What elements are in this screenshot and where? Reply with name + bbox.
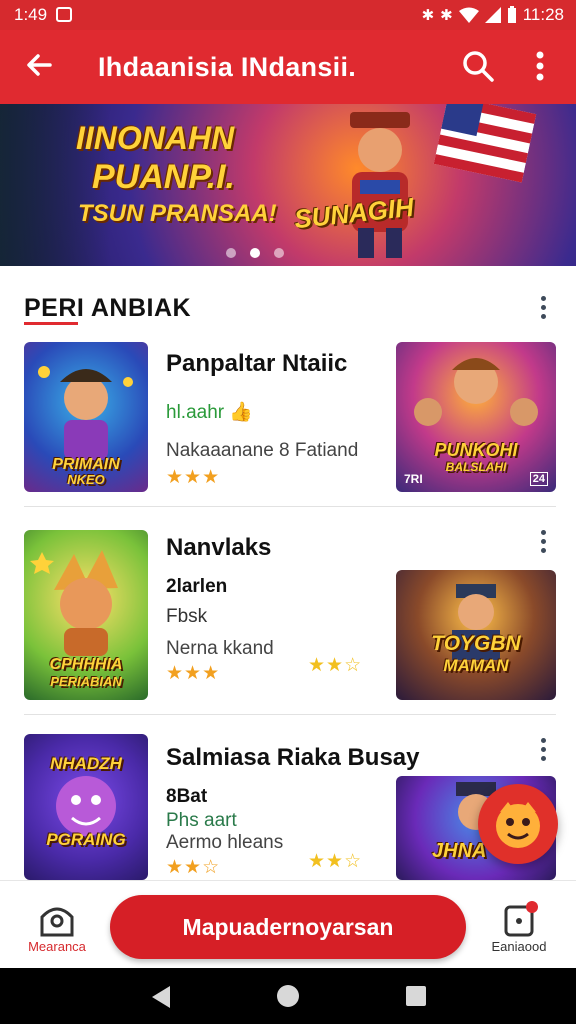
app-title: Ihdaanisia INdansii. [98,52,357,82]
system-navigation-bar [0,968,576,1024]
game-thumbnail[interactable]: CPHHHIA PERIABIAN [24,530,148,700]
system-back-icon[interactable] [148,984,174,1010]
battery-icon [507,6,516,23]
banner-flag-illustration [433,104,537,183]
thumbnail-subtitle: NKEO [67,472,105,487]
side-image-title: TOYGBN [431,632,521,655]
item-name: Salmiasa Riaka Busay [166,744,420,771]
item-name: Nanvlaks [166,534,272,561]
item-subtitle-2: Fbsk [166,606,208,627]
account-icon [504,901,538,937]
thumbnail-title: CPHHHIA [49,656,123,673]
item-subtitle-2: Phs aart [166,810,237,831]
more-options-icon[interactable] [525,48,555,84]
row-divider [24,714,556,715]
section-underline [24,322,78,325]
side-image-subtitle: MAMAN [443,656,509,675]
status-time: 1:49 [14,5,48,24]
banner-hero-illustration [350,112,410,258]
item-extra-rating: ★★☆ [308,851,363,872]
item-extra-rating: ★★☆ [308,655,363,676]
notification-icon [56,7,72,22]
section-title: PERI ANBIAK [24,294,192,322]
item-more-icon[interactable] [535,736,551,764]
item-rating: ★★★ [166,663,221,684]
promo-banner[interactable]: IINONAHN PUANP.I. TSUN PRANSAA! SUNAGIH [0,104,576,266]
thumbnail-title: NHADZH [50,754,122,773]
item-name: Panpaltar Ntaiic [166,350,348,377]
banner-headline-1: IINONAHN [76,120,235,156]
bluetooth-icon: ✱ [421,7,435,24]
primary-cta-button[interactable]: Mapuadernoyarsan [110,895,466,959]
item-side-image[interactable]: PUNKOHI BALSLAHI 7RI 24 [396,342,556,492]
item-subtitle: 2larlen [166,576,228,597]
game-thumbnail[interactable]: NHADZH PGRAING [24,734,148,880]
banner-dot-active[interactable] [250,248,260,258]
thumbnail-subtitle: PERIABIAN [50,674,122,689]
floating-action-button[interactable] [478,784,558,864]
mascot-face-icon [496,802,540,848]
item-description: Nakaaanane 8 Fatiand [166,440,359,461]
home-icon [40,907,74,937]
banner-headline-3: TSUN PRANSAA! [78,200,277,227]
item-description: Aermo hleans [166,832,284,853]
side-image-corner-right: 24 [529,472,548,486]
item-rating: ★★★ [166,467,221,488]
nav-account-label: Eaniaood [491,939,547,954]
section-more-icon[interactable] [535,294,551,322]
item-subtitle: 8Bat [166,786,208,807]
status-icons: ✱ ✱ 11:28 [422,5,564,25]
app-bar: Ihdaanisia INdansii. [0,30,576,104]
bottom-bar: Mearanca Mapuadernoyarsan Eaniaood [0,880,576,968]
vibrate-icon: ✱ [440,7,453,24]
search-icon[interactable] [460,48,496,84]
item-more-icon[interactable] [535,528,551,556]
banner-dot[interactable] [274,248,284,258]
back-arrow-icon[interactable] [22,48,56,82]
nav-home-label: Mearanca [28,939,86,954]
signal-icon [484,7,501,23]
banner-dot[interactable] [226,248,236,258]
row-divider [24,506,556,507]
nav-account[interactable]: Eaniaood [484,901,554,961]
system-home-icon[interactable] [274,982,302,1010]
game-thumbnail[interactable]: PRIMAIN NKEO [24,342,148,492]
side-image-title: PUNKOHI [434,440,518,460]
wifi-icon [458,7,479,23]
thumbnail-subtitle: PGRAING [46,830,126,849]
item-rating: ★★☆ [166,857,221,878]
app-screen: 1:49 ✱ ✱ 11:28 Ihdaanisia INdansii. IINO… [0,0,576,1024]
item-side-image[interactable]: TOYGBN MAMAN [396,570,556,700]
item-description: Nerna kkand [166,638,274,659]
banner-headline-2: PUANP.I. [92,158,235,196]
item-subtitle: hl.aahr 👍 [166,402,254,423]
banner-pagination [226,248,284,258]
nav-home[interactable]: Mearanca [22,901,92,961]
side-image-corner-left: 7RI [404,472,423,486]
system-recents-icon[interactable] [404,984,428,1008]
status-right-time: 11:28 [522,5,564,24]
status-bar: 1:49 ✱ ✱ 11:28 [0,0,576,30]
